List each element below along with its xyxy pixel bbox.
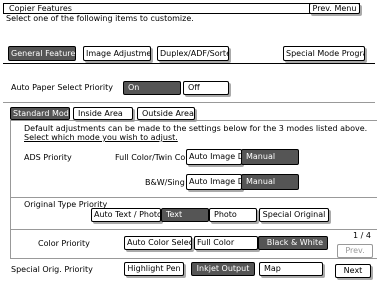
special-orig-priority-label: Special Orig. Priority	[11, 265, 93, 274]
color-priority-auto-select-button[interactable]: Auto Color Select	[124, 236, 192, 250]
auto-paper-select-label: Auto Paper Select Priority	[11, 83, 114, 92]
screen-title: Copier Features	[9, 4, 72, 13]
tab-outside-area[interactable]: Outside Area	[137, 107, 195, 120]
page-indicator: 1 / 4	[353, 231, 371, 240]
original-type-auto-text-photo-button[interactable]: Auto Text / Photo	[91, 208, 161, 222]
color-priority-full-color-button[interactable]: Full Color	[194, 236, 258, 250]
tab-image-adjustment[interactable]: Image Adjustment	[83, 46, 151, 61]
prev-menu-button[interactable]: Prev. Menu	[309, 3, 360, 14]
tab-general-features[interactable]: General Features	[8, 46, 76, 61]
tab-standard-mode[interactable]: Standard Mode	[10, 107, 70, 120]
special-orig-highlight-pen-button[interactable]: Highlight Pen	[124, 262, 184, 276]
section-divider-3	[10, 229, 377, 230]
section-divider-2	[10, 197, 377, 198]
ads-full-color-manual-button[interactable]: Manual	[241, 149, 299, 165]
color-priority-black-white-button[interactable]: Black & White	[258, 236, 328, 250]
section-divider-1	[3, 102, 375, 103]
original-type-text-button[interactable]: Text	[161, 208, 209, 222]
copier-features-screen: { "header": { "title": "Copier Features"…	[0, 0, 377, 284]
ads-bw-manual-button[interactable]: Manual	[241, 174, 299, 190]
original-type-special-original-button[interactable]: Special Original	[259, 208, 329, 222]
color-priority-label: Color Priority	[38, 239, 90, 248]
tabs-divider	[3, 63, 375, 64]
ads-bw-single-label: B&W/Single	[145, 178, 185, 187]
tab-special-mode-programs[interactable]: Special Mode Program(s)	[283, 46, 365, 61]
tab-inside-area[interactable]: Inside Area	[73, 107, 133, 120]
ads-bw-auto-button[interactable]: Auto Image Density	[186, 174, 242, 190]
ads-full-color-label: Full Color/Twin Color	[115, 153, 185, 162]
special-orig-inkjet-output-button[interactable]: Inkjet Output	[191, 262, 255, 276]
auto-paper-on-button[interactable]: On	[123, 81, 181, 95]
description-line-2: Select which mode you wish to adjust.	[24, 133, 178, 142]
tab-duplex-adf-sorter[interactable]: Duplex/ADF/Sorter	[157, 46, 229, 61]
special-orig-map-button[interactable]: Map	[259, 262, 323, 276]
prev-page-button[interactable]: Prev.	[337, 244, 373, 258]
auto-paper-off-button[interactable]: Off	[183, 81, 229, 95]
screen-subtitle: Select one of the following items to cus…	[6, 14, 194, 23]
ads-full-color-auto-button[interactable]: Auto Image Density	[186, 149, 242, 165]
ads-priority-label: ADS Priority	[24, 153, 72, 162]
original-type-photo-button[interactable]: Photo	[209, 208, 257, 222]
next-page-button[interactable]: Next	[335, 264, 371, 278]
